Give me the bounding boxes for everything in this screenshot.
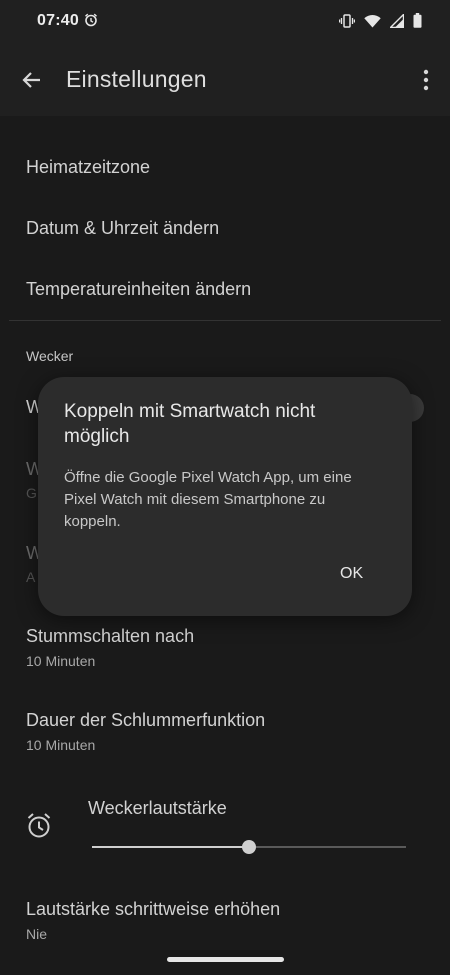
page-title: Einstellungen — [66, 66, 207, 92]
dialog-message: Öffne die Google Pixel Watch App, um ein… — [64, 469, 352, 530]
app-bar: Einstellungen — [0, 44, 450, 116]
pairing-error-dialog: Koppeln mit Smartwatch nicht möglich Öff… — [38, 377, 412, 616]
alarm-clock-icon — [26, 812, 52, 845]
slider-fill — [92, 846, 249, 848]
slider-thumb[interactable] — [242, 840, 256, 854]
setting-obscured-3-value: A — [26, 569, 36, 585]
setting-temperature-units[interactable]: Temperatureinheiten ändern — [26, 279, 251, 300]
back-arrow-icon[interactable] — [18, 66, 46, 94]
more-vert-icon[interactable] — [415, 68, 437, 92]
section-header-alarm: Wecker — [26, 348, 74, 364]
ok-button[interactable]: OK — [336, 563, 367, 585]
setting-snooze-duration[interactable]: Dauer der Schlummerfunktion — [26, 710, 265, 731]
screen: 07:40 Einstellungen Heimatzeitzone Datum… — [0, 0, 450, 975]
setting-change-date-time[interactable]: Datum & Uhrzeit ändern — [26, 218, 219, 239]
alarm-volume-slider[interactable] — [92, 840, 406, 854]
setting-home-timezone[interactable]: Heimatzeitzone — [26, 157, 150, 178]
setting-gradual-volume-value: Nie — [26, 926, 48, 942]
setting-mute-after-value: 10 Minuten — [26, 653, 96, 669]
status-bar: 07:40 — [0, 0, 450, 44]
alarm-volume-label: Weckerlautstärke — [88, 798, 227, 818]
setting-snooze-duration-value: 10 Minuten — [26, 737, 96, 753]
home-indicator[interactable] — [167, 957, 284, 962]
alarm-icon — [84, 13, 98, 32]
vibrate-icon — [338, 13, 356, 33]
signal-icon — [388, 12, 405, 33]
section-divider — [9, 320, 441, 321]
battery-icon — [413, 13, 422, 33]
setting-gradual-volume[interactable]: Lautstärke schrittweise erhöhen — [26, 899, 280, 920]
wifi-icon — [364, 14, 381, 33]
setting-mute-after[interactable]: Stummschalten nach — [26, 626, 194, 647]
setting-obscured-2-value: G — [26, 485, 37, 501]
status-time: 07:40 — [37, 12, 79, 29]
dialog-title: Koppeln mit Smartwatch nicht möglich — [64, 401, 316, 447]
